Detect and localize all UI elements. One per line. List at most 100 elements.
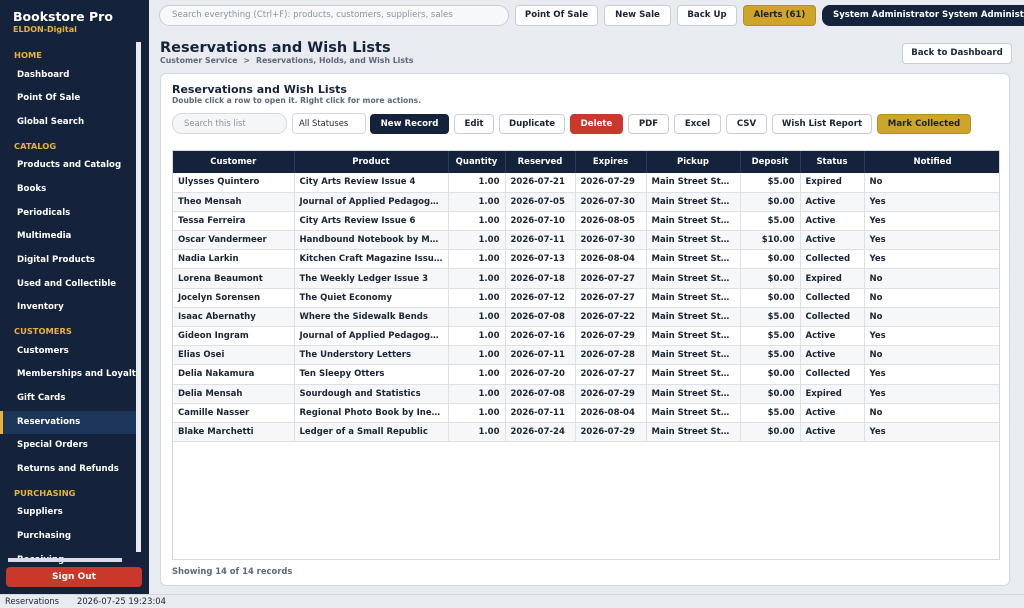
mark-collected-button[interactable]: Mark Collected: [877, 114, 971, 134]
table-row[interactable]: Blake Marchetti Ledger of a Small Republi…: [173, 422, 999, 443]
cell-status: Expired: [800, 173, 865, 193]
cell-quantity: 1.00: [448, 249, 506, 270]
sidebar-item-purchasing[interactable]: Purchasing: [0, 525, 136, 549]
table-row[interactable]: Jocelyn Sorensen The Quiet Economy 1.00 202…: [173, 288, 999, 308]
cell-reserved: 2026-07-16: [505, 326, 576, 347]
sidebar-item-gift-cards[interactable]: Gift Cards: [0, 387, 136, 411]
sign-out-button[interactable]: Sign Out: [6, 567, 142, 587]
column-header-expires[interactable]: Expires: [575, 151, 647, 173]
sidebar-item-books[interactable]: Books: [0, 178, 136, 202]
table-row[interactable]: Ulysses Quintero City Arts Review Issue 4…: [173, 173, 999, 193]
table-row[interactable]: Gideon Ingram Journal of Applied Pedagogy…: [173, 326, 999, 347]
record-count: Showing 14 of 14 records: [172, 566, 293, 576]
cell-expires: 2026-07-27: [575, 364, 647, 385]
point-of-sale-button[interactable]: Point Of Sale: [515, 5, 598, 26]
cell-quantity: 1.00: [448, 211, 506, 232]
list-search-input[interactable]: Search this list: [172, 113, 287, 134]
sidebar-item-global-search[interactable]: Global Search: [0, 111, 136, 135]
table-row[interactable]: Theo Mensah Journal of Applied Pedagogy I…: [173, 192, 999, 212]
cell-product: Journal of Applied Pedagogy Issue 7: [294, 192, 449, 212]
cell-customer: Lorena Beaumont: [173, 268, 295, 289]
cell-product: City Arts Review Issue 4: [294, 173, 449, 193]
sidebar-item-digital-products[interactable]: Digital Products: [0, 249, 136, 273]
sidebar-item-inventory[interactable]: Inventory: [0, 296, 136, 320]
alerts-button[interactable]: Alerts (61): [743, 5, 816, 26]
breadcrumb-item[interactable]: Customer Service: [160, 56, 237, 65]
cell-status: Active: [800, 230, 865, 251]
sidebar-item-suppliers[interactable]: Suppliers: [0, 501, 136, 525]
cell-notified: No: [864, 268, 999, 289]
cell-product: The Weekly Ledger Issue 3: [294, 268, 449, 289]
table-row[interactable]: Delia Mensah Sourdough and Statistics 1.00…: [173, 384, 999, 404]
column-header-notified[interactable]: Notified: [864, 151, 999, 173]
table-row[interactable]: Isaac Abernathy Where the Sidewalk Bends 1…: [173, 307, 999, 328]
sidebar-item-multimedia[interactable]: Multimedia: [0, 225, 136, 249]
sidebar-horizontal-scrollbar[interactable]: [8, 558, 122, 562]
sidebar-item-memberships-and-loyalty[interactable]: Memberships and Loyalty: [0, 363, 136, 387]
new-record-button[interactable]: New Record: [370, 114, 449, 134]
cell-notified: No: [864, 288, 999, 308]
cell-notified: Yes: [864, 364, 999, 385]
cell-quantity: 1.00: [448, 422, 506, 443]
back-to-dashboard-button[interactable]: Back to Dashboard: [902, 43, 1012, 64]
cell-customer: Ulysses Quintero: [173, 173, 295, 193]
sidebar-item-reservations[interactable]: Reservations: [0, 410, 136, 435]
column-header-reserved[interactable]: Reserved: [505, 151, 576, 173]
wish-list-report-button[interactable]: Wish List Report: [772, 114, 872, 134]
column-header-customer[interactable]: Customer: [173, 151, 295, 173]
csv-export-button[interactable]: CSV: [726, 114, 767, 134]
new-sale-button[interactable]: New Sale: [604, 5, 671, 26]
sidebar-item-special-orders[interactable]: Special Orders: [0, 434, 136, 458]
sidebar-item-used-and-collectible[interactable]: Used and Collectible: [0, 273, 136, 297]
cell-pickup: Main Street Store: [646, 403, 741, 423]
cell-notified: Yes: [864, 230, 999, 251]
edit-button[interactable]: Edit: [454, 114, 494, 134]
column-header-product[interactable]: Product: [294, 151, 449, 173]
table-row[interactable]: Delia Nakamura Ten Sleepy Otters 1.00 2026-…: [173, 364, 999, 385]
sidebar-item-returns-and-refunds[interactable]: Returns and Refunds: [0, 458, 136, 482]
cell-pickup: Main Street Store: [646, 364, 741, 385]
reservations-table: Customer Product Quantity Reserved Expires Pi…: [172, 150, 1000, 560]
sidebar-item-dashboard[interactable]: Dashboard: [0, 64, 136, 88]
cell-status: Expired: [800, 384, 865, 404]
back-up-button[interactable]: Back Up: [677, 5, 737, 26]
cell-customer: Blake Marchetti: [173, 422, 295, 443]
cell-pickup: Main Street Store: [646, 192, 741, 212]
column-header-quantity[interactable]: Quantity: [448, 151, 506, 173]
excel-export-button[interactable]: Excel: [674, 114, 721, 134]
sidebar-nav: HOME Dashboard Point Of Sale Global Search C…: [0, 44, 136, 572]
cell-customer: Delia Mensah: [173, 384, 295, 404]
table-row[interactable]: Camille Nasser Regional Photo Book by Ine…: [173, 403, 999, 423]
table-row[interactable]: Lorena Beaumont The Weekly Ledger Issue 3…: [173, 268, 999, 289]
cell-deposit: $0.00: [740, 192, 801, 212]
sidebar-item-periodicals[interactable]: Periodicals: [0, 202, 136, 226]
sidebar-item-customers[interactable]: Customers: [0, 340, 136, 364]
delete-button[interactable]: Delete: [570, 114, 623, 134]
table-row[interactable]: Tessa Ferreira City Arts Review Issue 6 1.…: [173, 211, 999, 232]
table-row[interactable]: Nadia Larkin Kitchen Craft Magazine Issue…: [173, 249, 999, 270]
cell-expires: 2026-07-22: [575, 307, 647, 328]
table-row[interactable]: Oscar Vandermeer Handbound Notebook by Ma…: [173, 230, 999, 251]
cell-deposit: $5.00: [740, 403, 801, 423]
duplicate-button[interactable]: Duplicate: [499, 114, 565, 134]
column-header-status[interactable]: Status: [800, 151, 865, 173]
cell-notified: Yes: [864, 211, 999, 232]
user-menu-button[interactable]: System Administrator System Administrato…: [822, 5, 1024, 26]
cell-reserved: 2026-07-13: [505, 249, 576, 270]
sidebar-section-header: CUSTOMERS: [14, 326, 72, 337]
table-row[interactable]: Elias Osei The Understory Letters 1.00 2026…: [173, 345, 999, 366]
cell-customer: Elias Osei: [173, 345, 295, 366]
cell-expires: 2026-07-30: [575, 192, 647, 212]
cell-reserved: 2026-07-05: [505, 192, 576, 212]
status-filter-select[interactable]: All Statuses: [292, 113, 366, 134]
status-timestamp: 2026-07-25 19:23:04: [77, 596, 166, 606]
global-search-input[interactable]: Search everything (Ctrl+F): products, cu…: [159, 5, 509, 26]
column-header-pickup[interactable]: Pickup: [646, 151, 741, 173]
sidebar-item-products-and-catalog[interactable]: Products and Catalog: [0, 154, 136, 178]
cell-reserved: 2026-07-08: [505, 307, 576, 328]
sidebar-scrollbar[interactable]: [136, 42, 141, 552]
sidebar-item-point-of-sale[interactable]: Point Of Sale: [0, 87, 136, 111]
column-header-deposit[interactable]: Deposit: [740, 151, 801, 173]
pdf-export-button[interactable]: PDF: [628, 114, 669, 134]
cell-reserved: 2026-07-12: [505, 288, 576, 308]
